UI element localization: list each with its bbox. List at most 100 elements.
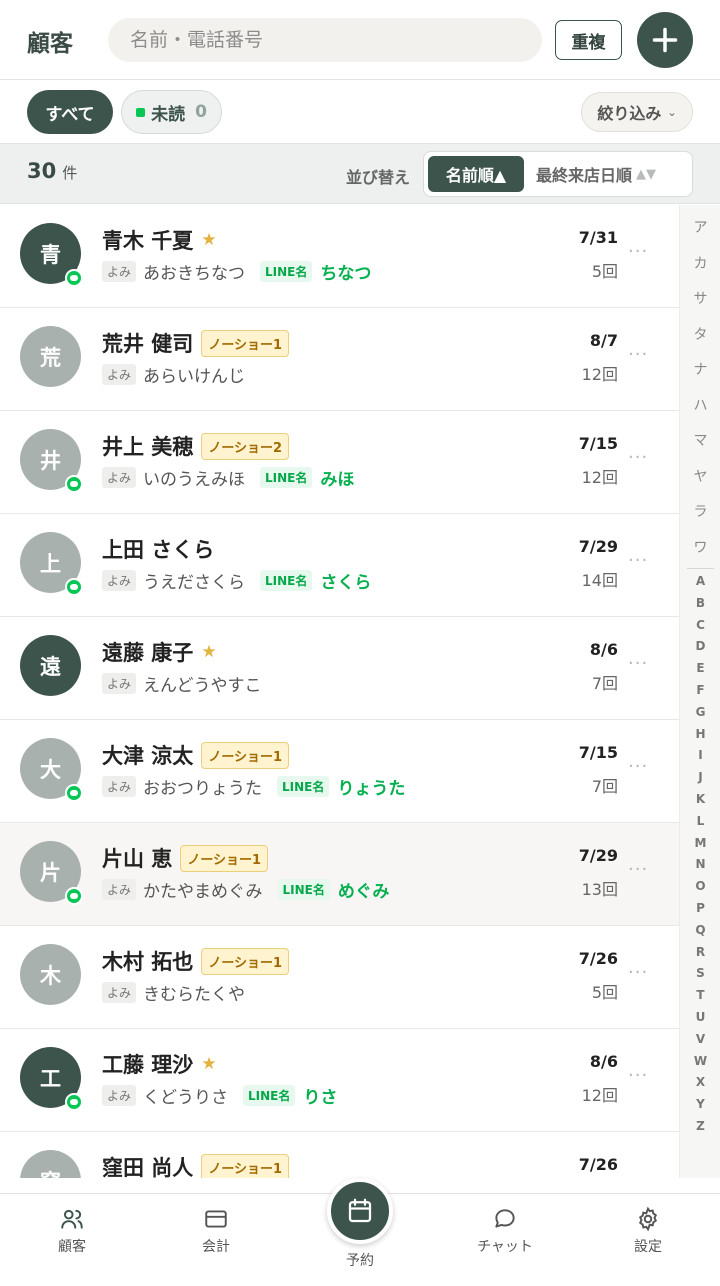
customer-row[interactable]: 井井上 美穂 ノーショー2 よみ いのうえみほ LINE名 みほ 7/15 12回 ···: [0, 411, 679, 514]
index-letter[interactable]: D: [680, 639, 720, 653]
visit-count: 7回: [591, 777, 618, 796]
index-letter[interactable]: N: [680, 857, 720, 871]
noshow-badge: ノーショー1: [201, 1153, 290, 1178]
index-letter[interactable]: F: [680, 683, 720, 697]
line-name-tag: LINE名: [260, 569, 313, 591]
customer-row[interactable]: 上上田 さくら よみ うえださくら LINE名 さくら 7/29 14回 ···: [0, 514, 679, 617]
index-letter[interactable]: Y: [680, 1097, 720, 1111]
more-options-icon[interactable]: ···: [628, 1065, 648, 1086]
duplicate-button[interactable]: 重複: [555, 20, 622, 60]
index-letter[interactable]: X: [680, 1075, 720, 1089]
index-letter[interactable]: M: [680, 836, 720, 850]
customer-row[interactable]: 工工藤 理沙 ★ よみ くどうりさ LINE名 りさ 8/6 12回 ···: [0, 1029, 679, 1132]
customer-row[interactable]: 大大津 涼太 ノーショー1 よみ おおつりょうた LINE名 りょうた 7/15 7回 ···: [0, 720, 679, 823]
sort-by-name-button[interactable]: 名前順▲: [428, 156, 524, 192]
index-kana[interactable]: カ: [680, 253, 720, 273]
filter-chip-all[interactable]: すべて: [27, 90, 113, 134]
index-kana[interactable]: ハ: [680, 395, 720, 415]
index-letter[interactable]: P: [680, 901, 720, 915]
nav-accounting[interactable]: 会計: [161, 1206, 271, 1256]
refine-button[interactable]: 絞り込み ⌄: [581, 92, 693, 132]
more-options-icon[interactable]: ···: [628, 447, 648, 468]
nav-customers[interactable]: 顧客: [17, 1206, 127, 1256]
search-box[interactable]: [108, 18, 542, 62]
line-name-tag: LINE名: [277, 878, 330, 900]
index-kana[interactable]: ワ: [680, 537, 720, 557]
customer-name: 片山 恵: [102, 847, 173, 871]
visit-count: 7回: [591, 674, 618, 693]
customer-yomi: おおつりょうた: [143, 778, 263, 799]
more-options-icon[interactable]: ···: [628, 859, 648, 880]
yomi-tag: よみ: [102, 363, 137, 385]
nav-settings[interactable]: 設定: [593, 1206, 703, 1256]
customer-yomi: うえださくら: [143, 572, 246, 593]
add-customer-button[interactable]: [637, 12, 693, 68]
index-letter[interactable]: G: [680, 705, 720, 719]
sort-bar: 30 件 並び替え 名前順▲ 最終来店日順 ▲▼: [0, 143, 720, 204]
customer-row[interactable]: 木木村 拓也 ノーショー1 よみ きむらたくや 7/26 5回 ···: [0, 926, 679, 1029]
index-letter[interactable]: W: [680, 1054, 720, 1068]
yomi-tag: よみ: [102, 981, 137, 1003]
index-letter[interactable]: Z: [680, 1119, 720, 1133]
nav-chat[interactable]: チャット: [450, 1206, 560, 1256]
index-letter[interactable]: J: [680, 770, 720, 784]
yomi-tag: よみ: [102, 260, 137, 282]
line-name-tag: LINE名: [243, 1084, 296, 1106]
index-letter[interactable]: A: [680, 574, 720, 588]
more-options-icon[interactable]: ···: [628, 756, 648, 777]
visit-count: 5回: [591, 262, 618, 281]
customer-row[interactable]: 窪窪田 尚人ノーショー1 7/26: [0, 1132, 679, 1178]
filter-chip-unread[interactable]: 未読 0: [121, 90, 222, 134]
search-input[interactable]: [108, 18, 542, 62]
index-letter[interactable]: L: [680, 814, 720, 828]
nav-customers-label: 顧客: [58, 1239, 86, 1255]
index-kana[interactable]: ヤ: [680, 466, 720, 486]
index-kana[interactable]: ナ: [680, 359, 720, 379]
star-icon: ★: [201, 230, 217, 250]
avatar: 木: [20, 944, 81, 1005]
index-letter[interactable]: S: [680, 966, 720, 980]
visit-count: 5回: [591, 983, 618, 1002]
index-kana[interactable]: タ: [680, 324, 720, 344]
name-line: 井上 美穂 ノーショー2: [102, 432, 290, 460]
index-letter[interactable]: O: [680, 879, 720, 893]
chat-bubble-icon: [495, 1209, 515, 1228]
customer-row[interactable]: 遠遠藤 康子 ★ よみ えんどうやすこ 8/6 7回 ···: [0, 617, 679, 720]
customer-row[interactable]: 片片山 恵ノーショー1 よみ かたやまめぐみ LINE名 めぐみ 7/29 13回 ···: [0, 823, 679, 926]
index-kana[interactable]: ラ: [680, 501, 720, 521]
name-line: 荒井 健司 ノーショー1: [102, 329, 290, 357]
index-letter[interactable]: Q: [680, 923, 720, 937]
credit-card-icon: [205, 1210, 227, 1228]
index-scrubber[interactable]: アカサタナハマヤラワ ABCDEFGHIJKLMNOPQRSTUVWXYZ: [679, 205, 720, 1178]
index-letter[interactable]: B: [680, 596, 720, 610]
sort-arrows-icon: ▲▼: [636, 166, 657, 182]
index-kana[interactable]: マ: [680, 430, 720, 450]
more-options-icon[interactable]: ···: [628, 550, 648, 571]
nav-reservation-button[interactable]: [327, 1178, 393, 1244]
index-letter[interactable]: I: [680, 748, 720, 762]
gear-icon: [638, 1206, 658, 1232]
index-letter[interactable]: K: [680, 792, 720, 806]
index-letter[interactable]: R: [680, 945, 720, 959]
last-visit-date: 8/6: [589, 1052, 618, 1071]
more-options-icon[interactable]: ···: [628, 344, 648, 365]
index-letter[interactable]: H: [680, 727, 720, 741]
name-line: 工藤 理沙 ★: [102, 1050, 217, 1078]
index-letter[interactable]: T: [680, 988, 720, 1002]
customer-line-name: りょうた: [337, 778, 406, 799]
name-line: 上田 さくら: [102, 535, 214, 563]
index-letter[interactable]: U: [680, 1010, 720, 1024]
customer-name: 大津 涼太: [102, 744, 194, 768]
more-options-icon[interactable]: ···: [628, 241, 648, 262]
index-letter[interactable]: V: [680, 1032, 720, 1046]
index-letter[interactable]: C: [680, 618, 720, 632]
sort-by-last-visit-button[interactable]: 最終来店日順 ▲▼: [536, 156, 688, 192]
yomi-tag: よみ: [102, 569, 137, 591]
more-options-icon[interactable]: ···: [628, 962, 648, 983]
customer-row[interactable]: 青青木 千夏 ★ よみ あおきちなつ LINE名 ちなつ 7/31 5回 ···: [0, 205, 679, 308]
index-letter[interactable]: E: [680, 661, 720, 675]
customer-row[interactable]: 荒荒井 健司 ノーショー1 よみ あらいけんじ 8/7 12回 ···: [0, 308, 679, 411]
more-options-icon[interactable]: ···: [628, 653, 648, 674]
index-kana[interactable]: サ: [680, 288, 720, 308]
index-kana[interactable]: ア: [680, 217, 720, 237]
